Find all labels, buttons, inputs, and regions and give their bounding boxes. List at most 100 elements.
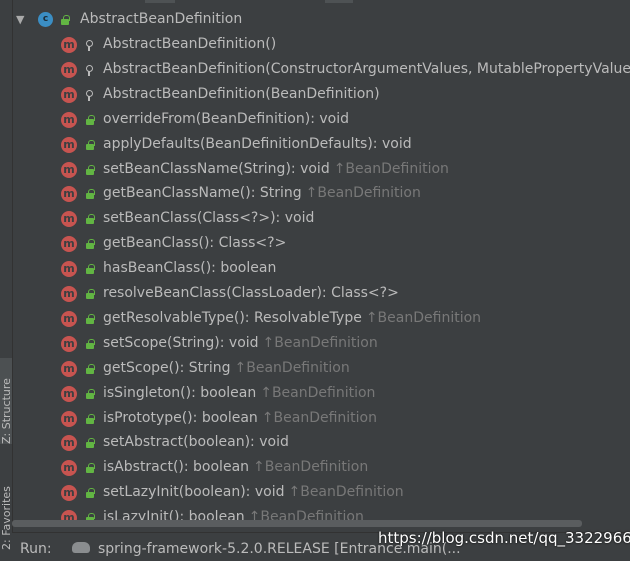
run-label: Run:	[20, 541, 52, 557]
public-lock-icon	[85, 289, 95, 299]
method-icon: m	[61, 37, 77, 53]
member-signature: setBeanClass(Class<?>): void	[103, 210, 314, 226]
public-lock-icon	[85, 139, 95, 150]
method-icon: m	[61, 211, 77, 228]
member-row[interactable]: m setBeanClass(Class<?>): void	[12, 207, 630, 232]
method-icon: m	[61, 410, 77, 427]
class-node-row[interactable]: ▼ c AbstractBeanDefinition	[12, 8, 630, 33]
public-lock-icon	[85, 388, 95, 399]
method-icon: m	[61, 485, 77, 502]
member-signature: isPrototype(): boolean ↑BeanDefinition	[103, 410, 377, 426]
protected-key-icon	[85, 89, 95, 101]
method-icon: m	[61, 460, 77, 477]
member-row[interactable]: m setLazyInit(boolean): void ↑BeanDefiniti…	[12, 481, 630, 506]
structure-tool-tab[interactable]: Z: Structure	[0, 358, 13, 444]
public-lock-icon	[85, 488, 95, 499]
member-signature-text: applyDefaults(BeanDefinitionDefaults): v…	[103, 135, 412, 152]
member-signature-text: getBeanClassName(): String	[103, 185, 302, 202]
public-lock-icon	[85, 313, 95, 324]
method-icon: m	[61, 261, 77, 278]
member-signature: AbstractBeanDefinition()	[103, 36, 276, 52]
protected-key-icon	[85, 40, 95, 51]
collapse-arrow-icon[interactable]: ▼	[16, 13, 24, 26]
method-icon: m	[61, 161, 77, 178]
member-row[interactable]: m isPrototype(): boolean ↑BeanDefinition	[12, 407, 630, 432]
toolbar-stub-right	[325, 0, 353, 3]
member-signature: AbstractBeanDefinition(ConstructorArgume…	[103, 61, 630, 77]
member-signature-text: resolveBeanClass(ClassLoader): Class<?>	[103, 285, 399, 301]
watermark-text: https://blog.csdn.net/qq_33229669	[378, 529, 630, 547]
inherited-from-label: ↑BeanDefinition	[365, 309, 482, 326]
method-icon: m	[61, 435, 77, 452]
member-row[interactable]: m applyDefaults(BeanDefinitionDefaults): …	[12, 133, 630, 158]
member-signature-text: setAbstract(boolean): void	[103, 434, 289, 451]
gradle-elephant-icon	[72, 542, 90, 553]
member-row[interactable]: m AbstractBeanDefinition(ConstructorArgum…	[12, 58, 630, 83]
class-name: AbstractBeanDefinition	[80, 11, 243, 27]
member-row[interactable]: m isAbstract(): boolean ↑BeanDefinition	[12, 456, 630, 481]
inherited-from-label: ↑BeanDefinition	[253, 459, 369, 476]
toolbar-stub-left	[145, 0, 175, 3]
method-icon: m	[61, 86, 77, 103]
inherited-from-label: ↑BeanDefinition	[305, 185, 421, 202]
member-signature-text: AbstractBeanDefinition(ConstructorArgume…	[103, 60, 630, 77]
member-signature-text: getBeanClass(): Class<?>	[103, 235, 287, 252]
member-signature-text: getScope(): String	[103, 359, 231, 376]
method-icon: m	[61, 61, 77, 78]
method-icon: m	[61, 111, 77, 128]
member-signature: setBeanClassName(String): void ↑BeanDefin…	[103, 161, 449, 177]
member-signature: getScope(): String ↑BeanDefinition	[103, 360, 350, 376]
member-signature-text: overrideFrom(BeanDefinition): void	[103, 110, 349, 127]
member-row[interactable]: m AbstractBeanDefinition(BeanDefinition)	[12, 83, 630, 108]
member-row[interactable]: m setScope(String): void ↑BeanDefinition	[12, 332, 630, 357]
public-lock-icon	[85, 413, 95, 424]
method-icon: m	[61, 186, 77, 203]
member-row[interactable]: m getResolvableType(): ResolvableType ↑Bea…	[12, 307, 630, 332]
member-row[interactable]: m setBeanClassName(String): void ↑BeanDefi…	[12, 158, 630, 183]
member-signature-text: isSingleton(): boolean	[103, 384, 257, 401]
method-icon: m	[61, 136, 77, 153]
method-icon: m	[61, 286, 77, 302]
public-lock-icon	[85, 239, 95, 250]
public-lock-icon	[60, 15, 70, 25]
inherited-from-label: ↑BeanDefinition	[234, 359, 350, 376]
member-signature-text: AbstractBeanDefinition(BeanDefinition)	[103, 85, 380, 102]
member-signature-text: getResolvableType(): ResolvableType	[103, 309, 362, 326]
member-row[interactable]: m isSingleton(): boolean ↑BeanDefinition	[12, 382, 630, 407]
member-row[interactable]: m setAbstract(boolean): void	[12, 431, 630, 456]
public-lock-icon	[85, 338, 95, 349]
member-signature: AbstractBeanDefinition(BeanDefinition)	[103, 86, 380, 102]
member-signature: getBeanClassName(): String ↑BeanDefinitio…	[103, 185, 421, 201]
public-lock-icon	[85, 214, 95, 225]
member-signature: isAbstract(): boolean ↑BeanDefinition	[103, 459, 368, 475]
member-signature: setAbstract(boolean): void	[103, 434, 289, 450]
member-signature: getResolvableType(): ResolvableType ↑Bean…	[103, 310, 481, 326]
favorites-tool-tab[interactable]: 2: Favorites	[0, 480, 13, 550]
member-row[interactable]: m getBeanClassName(): String ↑BeanDefiniti…	[12, 182, 630, 207]
member-signature-text: hasBeanClass(): boolean	[103, 260, 277, 277]
member-row[interactable]: m getScope(): String ↑BeanDefinition	[12, 357, 630, 382]
method-icon: m	[61, 310, 77, 327]
member-row[interactable]: m resolveBeanClass(ClassLoader): Class<?>	[12, 282, 630, 307]
inherited-from-label: ↑BeanDefinition	[262, 334, 378, 351]
public-lock-icon	[85, 114, 95, 125]
method-icon: m	[61, 360, 77, 377]
member-row[interactable]: m AbstractBeanDefinition()	[12, 33, 630, 58]
member-row[interactable]: m getBeanClass(): Class<?>	[12, 232, 630, 257]
member-row[interactable]: m overrideFrom(BeanDefinition): void	[12, 108, 630, 133]
member-signature: hasBeanClass(): boolean	[103, 260, 276, 276]
member-signature-text: AbstractBeanDefinition()	[103, 36, 277, 52]
member-signature-text: isAbstract(): boolean	[103, 459, 250, 476]
member-row[interactable]: m isLazyInit(): boolean ↑BeanDefinition	[12, 506, 630, 531]
public-lock-icon	[85, 189, 95, 200]
member-signature: applyDefaults(BeanDefinitionDefaults): v…	[103, 136, 412, 152]
member-row[interactable]: m hasBeanClass(): boolean	[12, 257, 630, 282]
inherited-from-label: ↑BeanDefinition	[260, 384, 376, 401]
horizontal-scrollbar[interactable]	[12, 520, 582, 527]
public-lock-icon	[85, 264, 95, 275]
method-icon: m	[61, 335, 77, 352]
member-signature: getBeanClass(): Class<?>	[103, 235, 286, 251]
method-icon: m	[61, 385, 77, 402]
method-icon: m	[61, 236, 77, 253]
member-signature-text: setScope(String): void	[103, 334, 259, 351]
